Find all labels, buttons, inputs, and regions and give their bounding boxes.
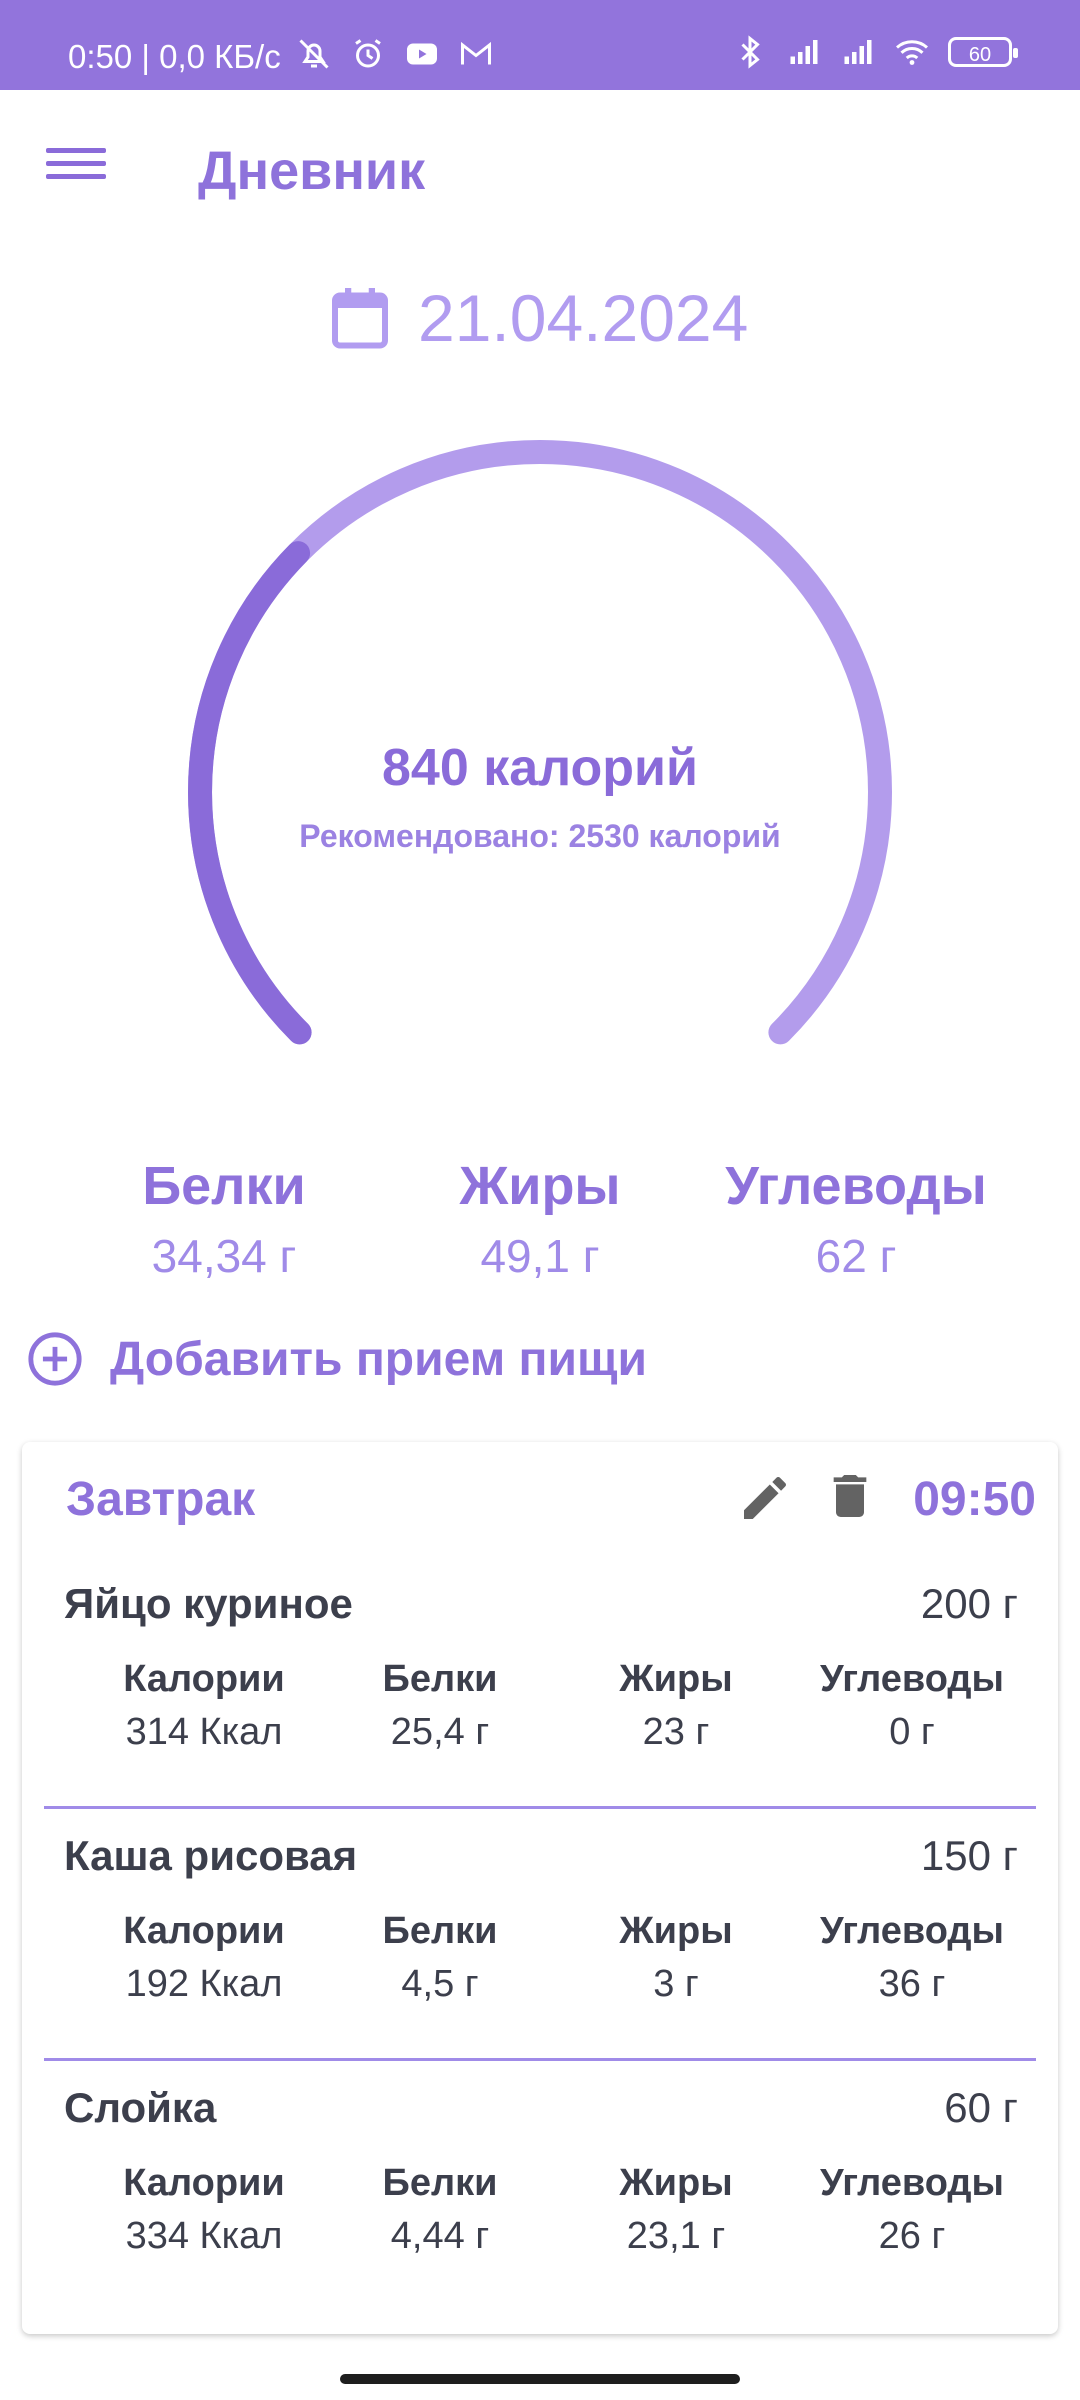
macro-label: Жиры [459,1156,621,1216]
macro-fat: Жиры 49,1 г [380,1155,700,1283]
nutrient-protein: Белки 25,4 г [330,1658,550,1754]
food-name: Яйцо куриное [64,1580,353,1627]
nutrient-carbs: Углеводы 26 г [802,2162,1022,2258]
nutrient-value: 334 Ккал [125,2215,283,2257]
macro-protein: Белки 34,34 г [64,1155,384,1283]
nutrient-protein: Белки 4,44 г [330,2162,550,2258]
meal-card: Завтрак 09:50 Яйцо куриное 200 г Калории… [22,1442,1058,2334]
youtube-icon [407,43,437,65]
date-selector[interactable]: 21.04.2024 [330,280,748,356]
delete-icon[interactable] [822,1466,878,1526]
nutrient-label: Калории [123,2162,285,2204]
gmail-icon [461,41,491,65]
divider [44,1806,1036,1809]
nutrient-carbs: Углеводы 0 г [802,1658,1022,1754]
nutrient-carbs: Углеводы 36 г [802,1910,1022,2006]
nutrient-label: Углеводы [820,2162,1004,2204]
calories-recommended: Рекомендовано: 2530 калорий [299,818,781,854]
food-name: Каша рисовая [64,1832,358,1879]
nutrient-calories: Калории 314 Ккал [94,1658,314,1754]
nutrient-value: 25,4 г [390,1711,490,1753]
nutrient-label: Жиры [619,1910,733,1952]
meal-time: 09:50 [913,1473,1036,1526]
add-meal-label: Добавить прием пищи [110,1332,648,1386]
nutrient-label: Калории [123,1910,285,1952]
nutrient-label: Жиры [619,1658,733,1700]
macro-label: Углеводы [725,1156,987,1216]
nutrient-value: 23,1 г [626,2215,726,2257]
wifi-icon [896,40,928,65]
bluetooth-icon [741,35,760,69]
nutrient-protein: Белки 4,5 г [330,1910,550,2006]
food-weight: 60 г [944,2084,1018,2131]
menu-icon[interactable] [46,140,106,190]
edit-icon[interactable] [737,1470,793,1526]
food-weight: 200 г [920,1580,1018,1627]
bell-off-icon [299,39,329,69]
status-time: 0:50 | 0,0 КБ/с [68,38,281,75]
nutrient-fat: Жиры 23,1 г [566,2162,786,2258]
signal-icon [844,40,872,64]
nutrient-value: 314 Ккал [125,1711,283,1753]
nutrient-fat: Жиры 23 г [566,1658,786,1754]
nutrient-value: 3 г [653,1963,699,2005]
nutrient-calories: Калории 334 Ккал [94,2162,314,2258]
nutrient-value: 0 г [889,1711,935,1753]
nutrient-value: 26 г [878,2215,946,2257]
signal-icon [790,40,818,64]
add-meal-button[interactable]: Добавить прием пищи [26,1330,647,1388]
alarm-icon [355,39,381,68]
macro-label: Белки [142,1156,306,1216]
macro-carbs: Углеводы 62 г [696,1155,1016,1283]
nutrient-value: 4,5 г [401,1963,479,2005]
nutrient-value: 23 г [642,1711,710,1753]
battery-icon: 60 [948,37,1018,67]
nutrient-fat: Жиры 3 г [566,1910,786,2006]
calories-consumed: 840 калорий [382,739,698,797]
food-name: Слойка [64,2084,217,2131]
date-value: 21.04.2024 [418,281,749,355]
food-weight: 150 г [920,1832,1018,1879]
macro-value: 62 г [815,1230,897,1282]
calendar-icon [332,288,388,349]
nutrient-value: 36 г [878,1963,946,2005]
divider [44,2058,1036,2061]
nutrient-label: Белки [382,2162,498,2204]
nutrient-label: Белки [382,1910,498,1952]
add-circle-icon [28,1332,82,1386]
meal-title: Завтрак [66,1473,256,1526]
macro-value: 49,1 г [480,1230,600,1282]
nutrient-label: Калории [123,1658,285,1700]
nutrient-value: 192 Ккал [125,1963,283,2005]
macro-value: 34,34 г [151,1230,297,1282]
page-title: Дневник [198,141,426,201]
nutrient-calories: Калории 192 Ккал [94,1910,314,2006]
nutrient-label: Белки [382,1658,498,1700]
home-indicator[interactable] [340,2374,740,2384]
nutrient-label: Жиры [619,2162,733,2204]
nutrient-value: 4,44 г [390,2215,490,2257]
nutrient-label: Углеводы [820,1658,1004,1700]
status-bar: 0:50 | 0,0 КБ/с 60 [0,0,1080,90]
nutrient-label: Углеводы [820,1910,1004,1952]
